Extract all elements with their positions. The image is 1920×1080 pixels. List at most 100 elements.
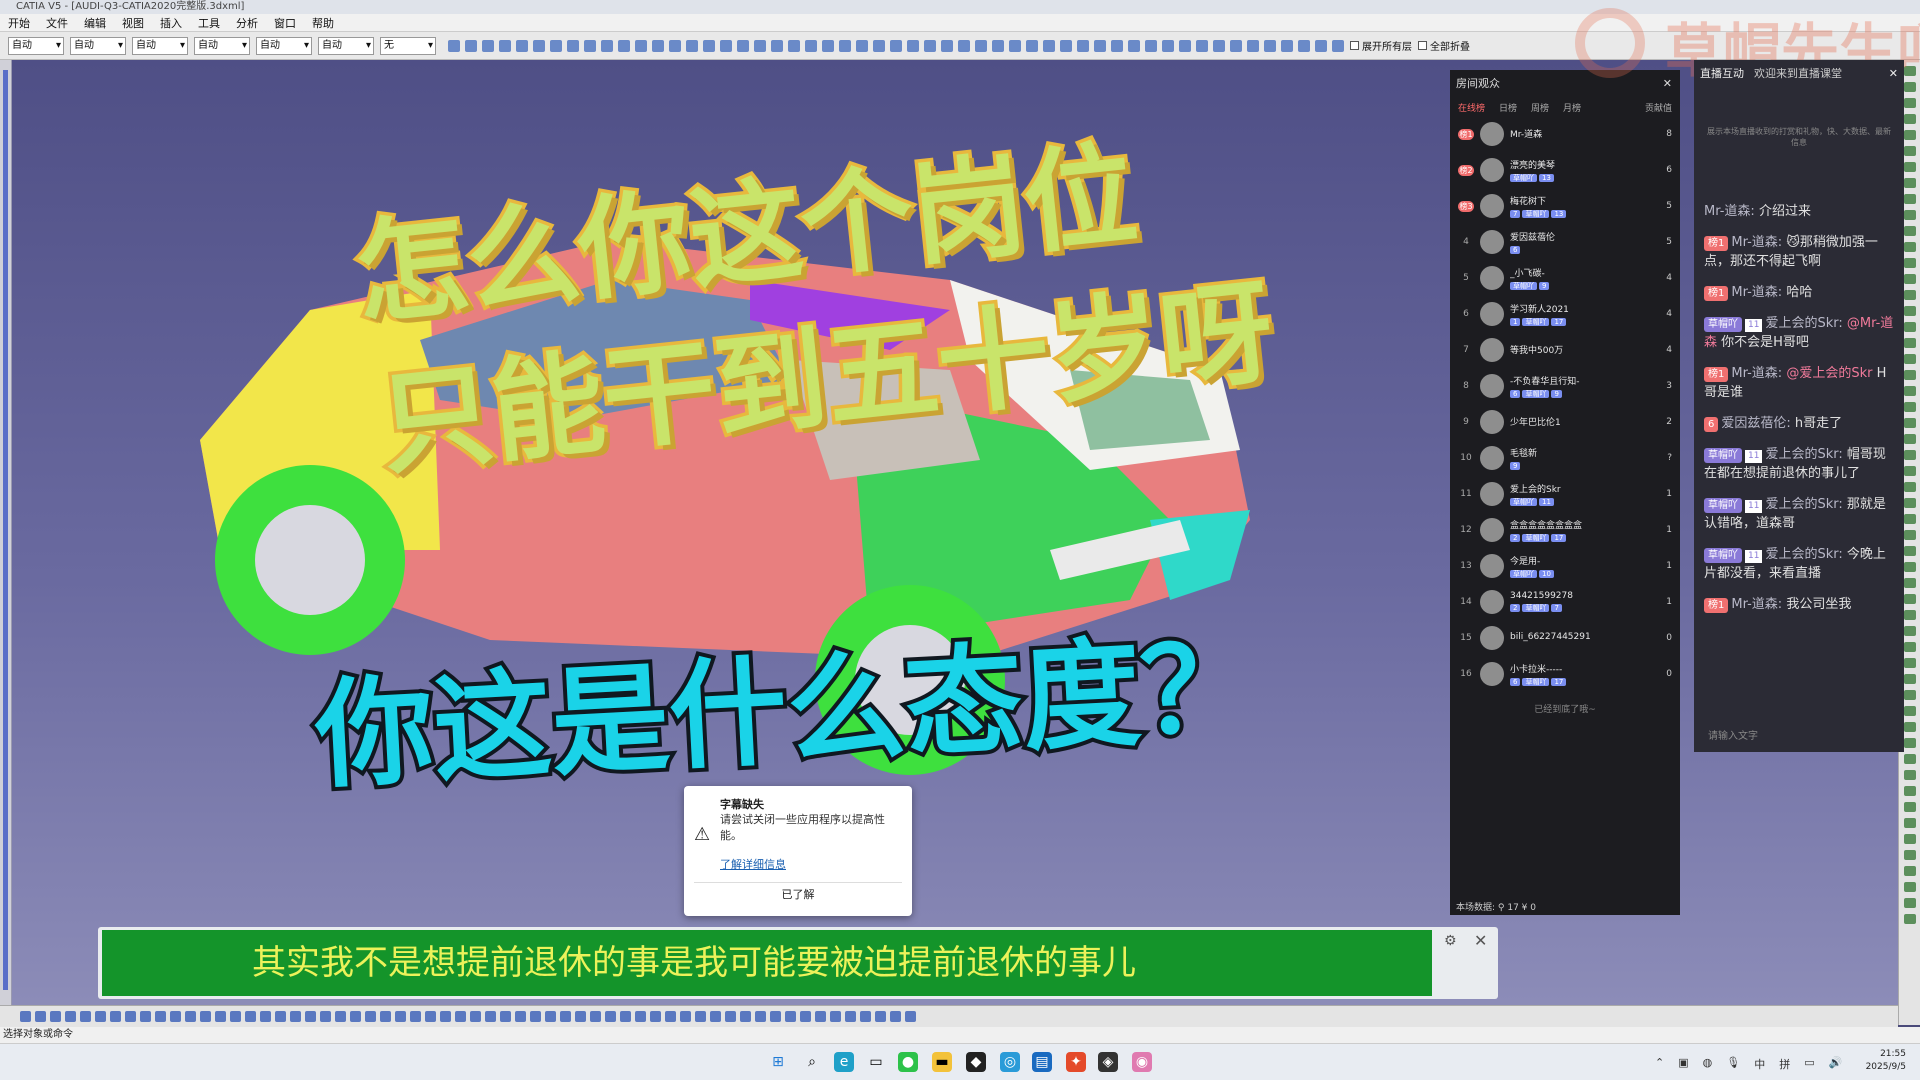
tool-icon[interactable] — [860, 1011, 871, 1022]
avatar[interactable] — [1480, 446, 1504, 470]
combo-6[interactable]: 自动 — [318, 36, 374, 55]
tool-icon[interactable] — [1332, 39, 1344, 52]
tab-online[interactable]: 在线榜 — [1458, 101, 1485, 114]
tool-icon[interactable] — [320, 1011, 331, 1022]
chat-mention[interactable]: @爱上会的Skr — [1786, 366, 1872, 381]
tool-icon[interactable] — [533, 39, 545, 52]
ime-mode[interactable]: 中 — [1754, 1056, 1765, 1072]
tool-icon[interactable] — [1903, 434, 1916, 444]
avatar[interactable] — [1480, 122, 1504, 146]
tool-icon[interactable] — [350, 1011, 361, 1022]
tool-icon[interactable] — [516, 39, 528, 52]
list-item[interactable]: 5 _小飞碳- 草帽吖 9 4 — [1450, 260, 1680, 296]
tool-icon[interactable] — [710, 1011, 721, 1022]
tool-icon[interactable] — [725, 1011, 736, 1022]
list-item[interactable]: 4 爱因兹蓓伦 6 5 — [1450, 224, 1680, 260]
tool-icon[interactable] — [635, 39, 647, 52]
tool-icon[interactable] — [65, 1011, 76, 1022]
tool-icon[interactable] — [1903, 114, 1916, 124]
tool-icon[interactable] — [601, 39, 613, 52]
tray-app-icon[interactable]: ▣ — [1678, 1056, 1688, 1072]
avatar[interactable] — [1480, 158, 1504, 182]
tool-icon[interactable] — [1903, 290, 1916, 300]
tool-icon[interactable] — [590, 1011, 601, 1022]
tool-icon[interactable] — [1903, 210, 1916, 220]
tool-icon[interactable] — [1903, 130, 1916, 140]
tool-icon[interactable] — [200, 1011, 211, 1022]
clock[interactable]: 21:55 2025/9/5 — [1866, 1048, 1906, 1074]
tool-icon[interactable] — [465, 39, 477, 52]
chat-username[interactable]: 爱因兹蓓伦: — [1721, 416, 1790, 431]
tool-icon[interactable] — [740, 1011, 751, 1022]
tool-icon[interactable] — [620, 1011, 631, 1022]
tool-icon[interactable] — [425, 1011, 436, 1022]
microphone-icon[interactable]: 🎙 — [1726, 1056, 1740, 1072]
tool-icon[interactable] — [1903, 226, 1916, 236]
tool-icon[interactable] — [703, 39, 715, 52]
tool-icon[interactable] — [1903, 626, 1916, 636]
tool-icon[interactable] — [440, 1011, 451, 1022]
tool-icon[interactable] — [485, 1011, 496, 1022]
tool-icon[interactable] — [482, 39, 494, 52]
tool-icon[interactable] — [1903, 498, 1916, 508]
combo-1[interactable]: 自动 — [8, 36, 64, 55]
tool-icon[interactable] — [305, 1011, 316, 1022]
list-item[interactable]: 8 -不负春华且行知- 6 草帽吖 9 3 — [1450, 368, 1680, 404]
tool-icon[interactable] — [1903, 722, 1916, 732]
tool-icon[interactable] — [1903, 546, 1916, 556]
tool-icon[interactable] — [1903, 530, 1916, 540]
tool-icon[interactable] — [1043, 39, 1055, 52]
tool-icon[interactable] — [635, 1011, 646, 1022]
app-icon[interactable]: ◉ — [1132, 1052, 1152, 1072]
list-item[interactable]: 榜3 梅花树下 7 草帽吖 13 5 — [1450, 188, 1680, 224]
avatar[interactable] — [1480, 194, 1504, 218]
tool-icon[interactable] — [185, 1011, 196, 1022]
collapse-all-checkbox[interactable]: 全部折叠 — [1418, 38, 1470, 53]
avatar[interactable] — [1480, 518, 1504, 542]
tool-icon[interactable] — [1298, 39, 1310, 52]
tool-icon[interactable] — [1128, 39, 1140, 52]
menu-edit[interactable]: 编辑 — [76, 15, 114, 31]
task-view-icon[interactable]: ▭ — [866, 1052, 886, 1072]
chat-username[interactable]: Mr-道森: — [1731, 235, 1782, 250]
tool-icon[interactable] — [448, 39, 460, 52]
tool-icon[interactable] — [140, 1011, 151, 1022]
list-item[interactable]: 12 盒盒盒盒盒盒盒盒 2 草帽吖 17 1 — [1450, 512, 1680, 548]
tool-icon[interactable] — [545, 1011, 556, 1022]
tool-icon[interactable] — [1903, 802, 1916, 812]
tool-icon[interactable] — [1903, 738, 1916, 748]
tool-icon[interactable] — [815, 1011, 826, 1022]
tool-icon[interactable] — [830, 1011, 841, 1022]
tool-icon[interactable] — [890, 39, 902, 52]
chat-username[interactable]: 爱上会的Skr: — [1765, 447, 1842, 462]
tool-icon[interactable] — [215, 1011, 226, 1022]
tool-icon[interactable] — [1903, 306, 1916, 316]
chat-username[interactable]: 爱上会的Skr: — [1765, 316, 1842, 331]
tool-icon[interactable] — [770, 1011, 781, 1022]
tool-icon[interactable] — [1903, 594, 1916, 604]
tool-icon[interactable] — [1903, 610, 1916, 620]
chat-username[interactable]: 爱上会的Skr: — [1765, 547, 1842, 562]
tool-icon[interactable] — [669, 39, 681, 52]
avatar[interactable] — [1480, 482, 1504, 506]
wechat-icon[interactable]: ● — [898, 1052, 918, 1072]
tool-icon[interactable] — [1060, 39, 1072, 52]
chevron-up-icon[interactable]: ⌃ — [1655, 1056, 1664, 1072]
avatar[interactable] — [1480, 266, 1504, 290]
list-item[interactable]: 13 今是用- 草帽吖 10 1 — [1450, 548, 1680, 584]
tool-icon[interactable] — [260, 1011, 271, 1022]
tool-icon[interactable] — [1903, 898, 1916, 908]
tool-icon[interactable] — [550, 39, 562, 52]
tool-icon[interactable] — [1903, 482, 1916, 492]
tool-icon[interactable] — [1903, 418, 1916, 428]
tool-icon[interactable] — [1903, 98, 1916, 108]
tool-icon[interactable] — [1196, 39, 1208, 52]
tool-icon[interactable] — [1903, 162, 1916, 172]
menu-file[interactable]: 文件 — [38, 15, 76, 31]
list-item[interactable]: 9 少年巴比伦1 2 — [1450, 404, 1680, 440]
edge-browser-icon[interactable]: e — [834, 1052, 854, 1072]
tool-icon[interactable] — [958, 39, 970, 52]
tool-icon[interactable] — [1903, 514, 1916, 524]
tool-icon[interactable] — [1077, 39, 1089, 52]
tool-icon[interactable] — [1179, 39, 1191, 52]
